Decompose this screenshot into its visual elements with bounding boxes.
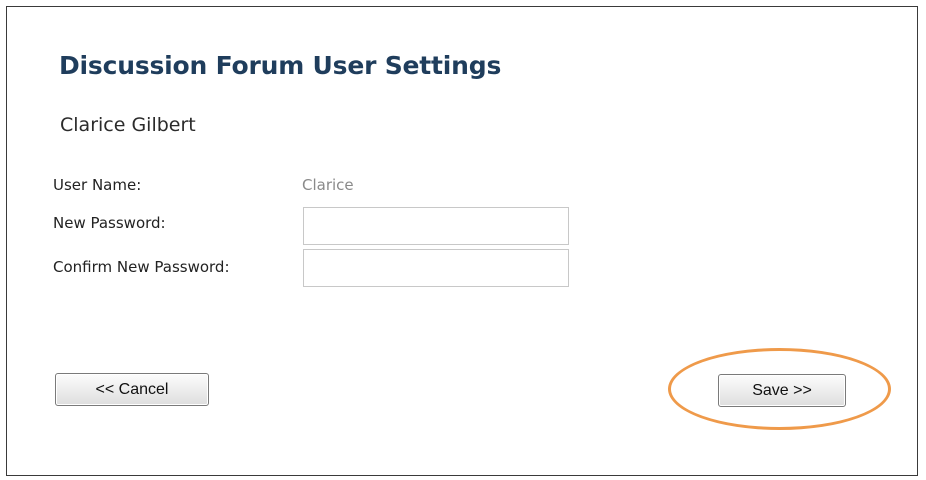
user-name-label: User Name: <box>53 176 142 194</box>
confirm-password-field[interactable] <box>303 249 569 287</box>
new-password-field[interactable] <box>303 207 569 245</box>
cancel-button[interactable]: << Cancel <box>55 373 209 406</box>
page-title: Discussion Forum User Settings <box>59 51 502 80</box>
confirm-password-label: Confirm New Password: <box>53 258 230 276</box>
user-display-name: Clarice Gilbert <box>60 114 196 136</box>
user-name-value: Clarice <box>302 176 354 194</box>
new-password-label: New Password: <box>53 214 166 232</box>
save-button[interactable]: Save >> <box>718 374 846 407</box>
